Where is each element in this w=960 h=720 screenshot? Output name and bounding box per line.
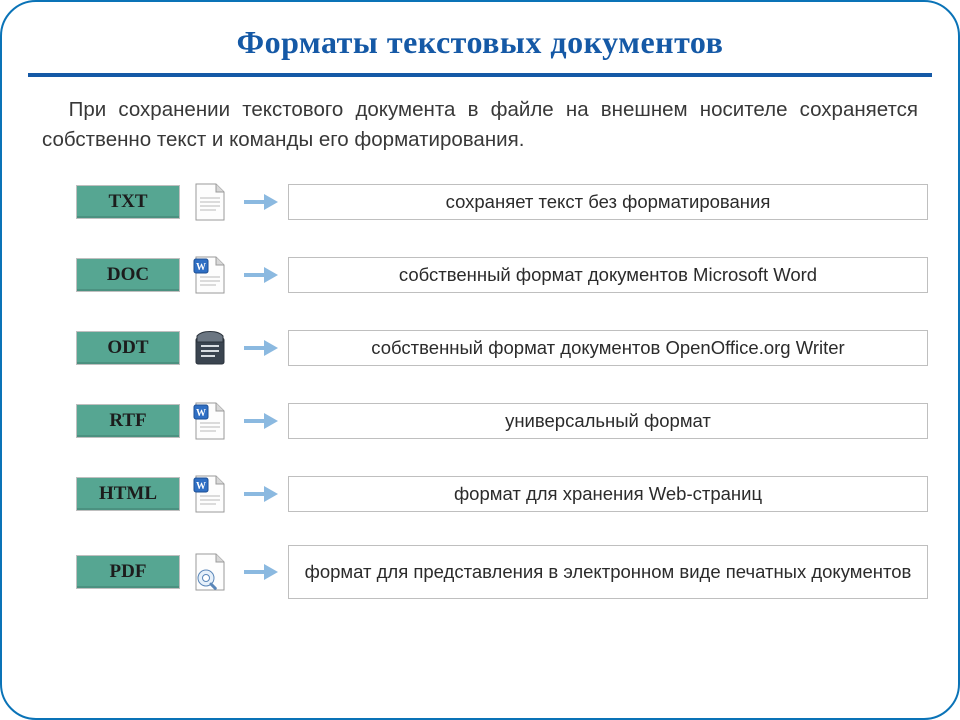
arrow-icon [244,341,278,355]
slide-frame: Форматы текстовых документов При сохране… [0,0,960,720]
format-desc: собственный формат документов OpenOffice… [288,330,928,366]
txt-file-icon [186,180,234,224]
format-badge: DOC [76,258,180,292]
format-desc: формат для хранения Web-страниц [288,476,928,512]
format-row-html: HTML W формат для хранения Web-страниц [76,472,928,516]
svg-text:W: W [196,262,206,273]
svg-text:W: W [196,481,206,492]
format-desc: сохраняет текст без форматирования [288,184,928,220]
arrow-icon [244,414,278,428]
format-row-doc: DOC W собственный формат документов Micr… [76,253,928,297]
pdf-file-icon [186,550,234,594]
intro-paragraph: При сохранении текстового документа в фа… [20,95,940,154]
format-badge: PDF [76,555,180,589]
arrow-icon [244,565,278,579]
format-badge: HTML [76,477,180,511]
svg-text:W: W [196,408,206,419]
title-underline [28,73,932,77]
html-file-icon: W [186,472,234,516]
arrow-icon [244,268,278,282]
format-row-rtf: RTF W универсальный формат [76,399,928,443]
format-desc: универсальный формат [288,403,928,439]
format-row-pdf: PDF формат для представления в электронн… [76,545,928,599]
format-row-odt: ODT собственный формат документов OpenOf… [76,326,928,370]
format-row-txt: TXT сохраняет текст без форматирования [76,180,928,224]
page-title: Форматы текстовых документов [20,18,940,69]
word-file-icon: W [186,253,234,297]
rtf-file-icon: W [186,399,234,443]
openoffice-icon [186,326,234,370]
format-desc: собственный формат документов Microsoft … [288,257,928,293]
arrow-icon [244,195,278,209]
format-desc: формат для представления в электронном в… [288,545,928,599]
format-badge: RTF [76,404,180,438]
formats-list: TXT сохраняет текст без форматирования D… [20,180,940,599]
arrow-icon [244,487,278,501]
format-badge: ODT [76,331,180,365]
format-badge: TXT [76,185,180,219]
